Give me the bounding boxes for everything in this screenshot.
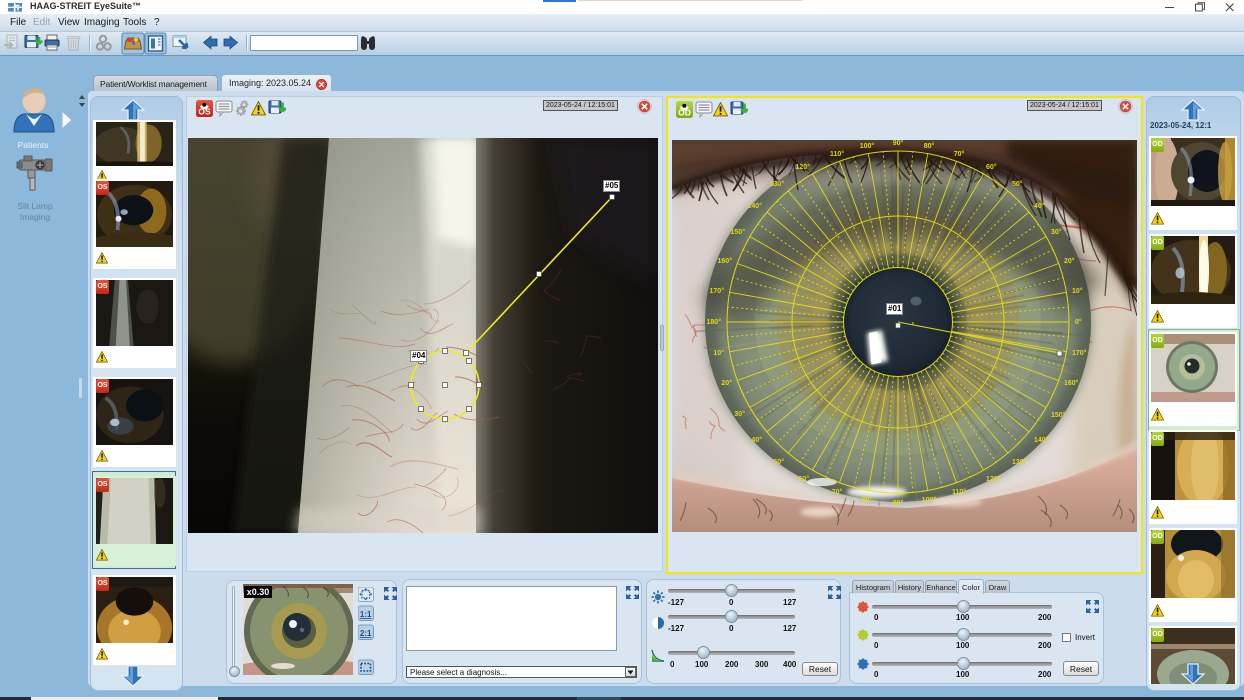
svg-text:110°: 110° [952, 488, 966, 496]
svg-text:170°: 170° [1072, 349, 1087, 357]
svg-text:140°: 140° [748, 202, 763, 210]
svg-text:30°: 30° [734, 410, 745, 418]
svg-text:10°: 10° [1072, 287, 1083, 295]
svg-text:OS: OS [198, 107, 211, 117]
svg-text:10°: 10° [713, 349, 724, 357]
svg-text:100°: 100° [860, 142, 875, 150]
svg-text:0°: 0° [1075, 318, 1082, 326]
svg-text:130°: 130° [770, 180, 785, 188]
svg-text:20°: 20° [721, 379, 732, 387]
svg-text:80°: 80° [862, 496, 873, 504]
svg-text:40°: 40° [1034, 202, 1045, 210]
svg-text:60°: 60° [986, 163, 997, 171]
svg-text:180°: 180° [707, 318, 722, 326]
svg-text:20°: 20° [1064, 257, 1075, 265]
svg-text:40°: 40° [751, 436, 762, 444]
svg-text:OD: OD [678, 108, 691, 118]
svg-text:2:1: 2:1 [360, 629, 372, 638]
svg-text:1:1: 1:1 [360, 610, 372, 619]
svg-text:160°: 160° [718, 257, 733, 265]
svg-text:150°: 150° [1051, 411, 1066, 419]
svg-text:70°: 70° [832, 488, 843, 496]
svg-text:130°: 130° [1012, 458, 1027, 466]
svg-text:90°: 90° [893, 140, 904, 147]
svg-text:110°: 110° [830, 150, 844, 158]
svg-text:150°: 150° [731, 228, 746, 236]
svg-text:170°: 170° [710, 287, 725, 295]
svg-text:120°: 120° [796, 163, 811, 171]
svg-text:60°: 60° [798, 475, 809, 483]
svg-text:90°: 90° [893, 499, 904, 507]
svg-text:50°: 50° [773, 458, 784, 466]
svg-text:30°: 30° [1051, 228, 1062, 236]
svg-text:50°: 50° [1012, 180, 1023, 188]
svg-text:160°: 160° [1064, 379, 1079, 387]
svg-text:70°: 70° [954, 150, 965, 158]
svg-text:100°: 100° [922, 496, 937, 504]
svg-text:120°: 120° [986, 475, 1001, 483]
svg-text:80°: 80° [924, 142, 935, 150]
svg-text:140°: 140° [1034, 436, 1049, 444]
